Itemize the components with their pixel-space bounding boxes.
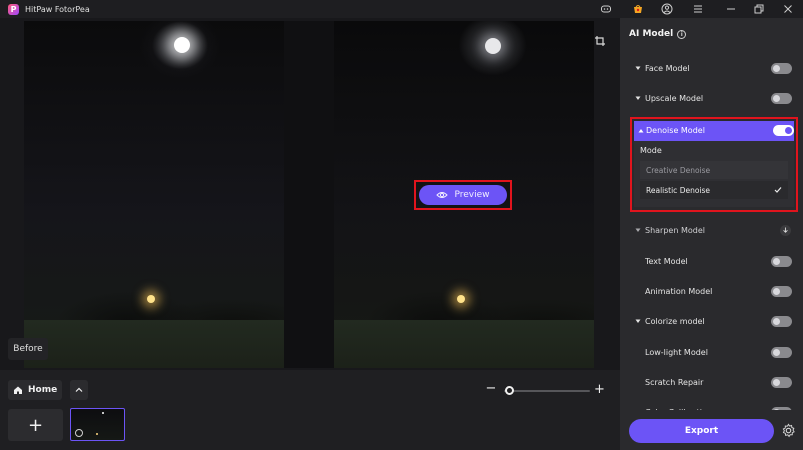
face-model-toggle[interactable] <box>771 62 792 74</box>
upscale-model-toggle[interactable] <box>771 92 792 104</box>
caret-down-icon <box>635 96 641 100</box>
eye-icon <box>436 192 449 198</box>
app-window: P HitPaw FotorPea Before Preview Home + … <box>0 0 803 450</box>
image-canvas: Before Preview <box>0 18 620 370</box>
panel-header: AI Model i <box>629 29 687 39</box>
moon <box>485 38 501 54</box>
minimize-icon[interactable] <box>725 3 737 15</box>
model-label: Face Model <box>645 63 690 73</box>
chevron-up-icon <box>75 387 83 392</box>
denoise-model-toggle[interactable] <box>773 125 794 136</box>
model-row-face[interactable]: Face Model <box>620 57 803 79</box>
preview-button[interactable]: Preview <box>419 185 507 205</box>
model-label: Animation Model <box>645 286 713 296</box>
denoise-highlight: Denoise Model Mode Creative Denoise Real… <box>630 117 798 212</box>
low-light-model-toggle[interactable] <box>771 346 792 358</box>
checkmark-icon <box>774 187 782 193</box>
text-model-toggle[interactable] <box>771 255 792 267</box>
model-row-scratch-repair[interactable]: Scratch Repair <box>620 371 803 393</box>
model-row-colorize[interactable]: Colorize model <box>620 310 803 332</box>
mode-title: Mode <box>640 146 662 155</box>
model-label: Scratch Repair <box>645 377 704 387</box>
zoom-slider-handle[interactable] <box>504 386 514 395</box>
model-label: Denoise Model <box>646 126 705 135</box>
image-thumbnail[interactable] <box>70 408 125 441</box>
home-button[interactable]: Home <box>8 380 62 400</box>
model-label: Text Model <box>645 256 688 266</box>
bottom-bar: Home + − + <box>0 370 620 450</box>
menu-icon[interactable] <box>692 3 704 15</box>
mode-option-creative[interactable]: Creative Denoise <box>640 161 788 179</box>
preview-highlight: Preview <box>414 180 512 210</box>
moon <box>174 37 190 53</box>
panel-title: AI Model <box>629 29 674 39</box>
home-label: Home <box>28 385 58 395</box>
close-icon[interactable] <box>782 3 794 15</box>
account-icon[interactable] <box>661 3 673 15</box>
add-image-button[interactable]: + <box>8 409 63 441</box>
restore-icon[interactable] <box>753 3 765 15</box>
ai-model-panel: AI Model i Face Model Upscale Model Deno… <box>620 18 803 450</box>
model-row-text[interactable]: Text Model <box>620 250 803 272</box>
info-icon[interactable]: i <box>677 29 687 39</box>
zoom-slider-track[interactable] <box>504 390 590 392</box>
before-label: Before <box>8 338 48 360</box>
discord-icon[interactable] <box>600 3 612 15</box>
title-bar: P HitPaw FotorPea <box>0 0 803 18</box>
model-row-animation[interactable]: Animation Model <box>620 280 803 302</box>
model-label: Sharpen Model <box>645 225 705 235</box>
colorize-model-toggle[interactable] <box>771 315 792 327</box>
model-label: Low-light Model <box>645 347 708 357</box>
zoom-out-button[interactable]: − <box>486 382 497 395</box>
caret-up-icon <box>638 129 644 133</box>
denoise-mode-options: Mode Creative Denoise Realistic Denoise <box>634 141 794 207</box>
scratch-repair-toggle[interactable] <box>771 376 792 388</box>
caret-down-icon <box>635 228 641 232</box>
model-row-upscale[interactable]: Upscale Model <box>620 87 803 109</box>
caret-down-icon <box>635 66 641 70</box>
street-light <box>457 295 465 303</box>
caret-down-icon <box>635 319 641 323</box>
shop-icon[interactable] <box>632 3 644 15</box>
street-light <box>147 295 155 303</box>
app-logo-icon: P <box>8 3 19 15</box>
mode-option-realistic[interactable]: Realistic Denoise <box>640 181 788 199</box>
download-icon[interactable] <box>780 224 791 236</box>
model-row-denoise[interactable]: Denoise Model <box>634 121 794 141</box>
model-row-sharpen[interactable]: Sharpen Model <box>620 219 803 241</box>
home-icon <box>14 386 22 394</box>
preview-label: Preview <box>454 190 490 200</box>
collapse-up-button[interactable] <box>70 380 88 400</box>
animation-model-toggle[interactable] <box>771 285 792 297</box>
before-image <box>24 21 284 368</box>
export-button[interactable]: Export <box>629 419 774 443</box>
crop-icon[interactable] <box>594 32 606 46</box>
model-label: Upscale Model <box>645 93 704 103</box>
model-label: Colorize model <box>645 316 705 326</box>
processing-clock-icon <box>75 429 83 437</box>
zoom-in-button[interactable]: + <box>594 383 605 396</box>
model-row-low-light[interactable]: Low-light Model <box>620 341 803 363</box>
app-title: HitPaw FotorPea <box>25 4 90 14</box>
gear-icon[interactable] <box>781 423 796 438</box>
